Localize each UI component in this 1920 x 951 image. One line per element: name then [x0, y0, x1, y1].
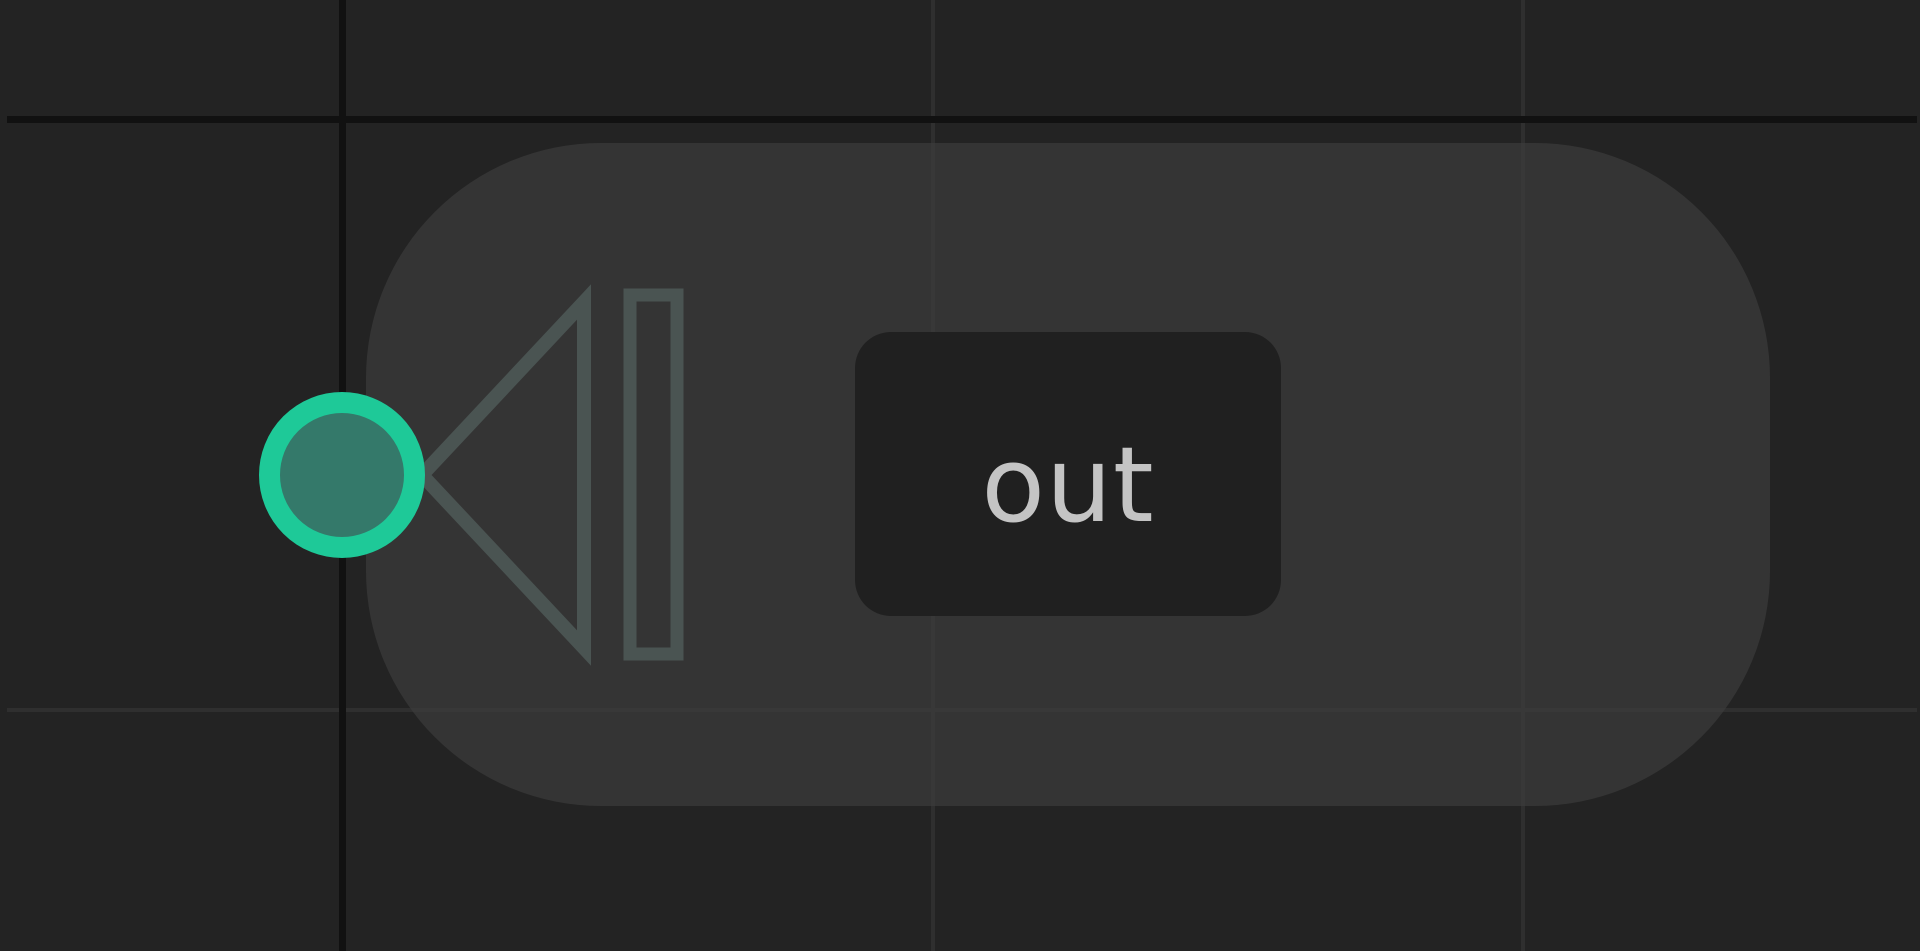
node-label-box[interactable]: out — [855, 332, 1281, 616]
grid-line-major-horizontal — [7, 116, 1917, 123]
node-label: out — [981, 424, 1155, 546]
node-editor-canvas[interactable]: out — [0, 0, 1920, 951]
socket-circle-icon[interactable] — [259, 392, 425, 558]
